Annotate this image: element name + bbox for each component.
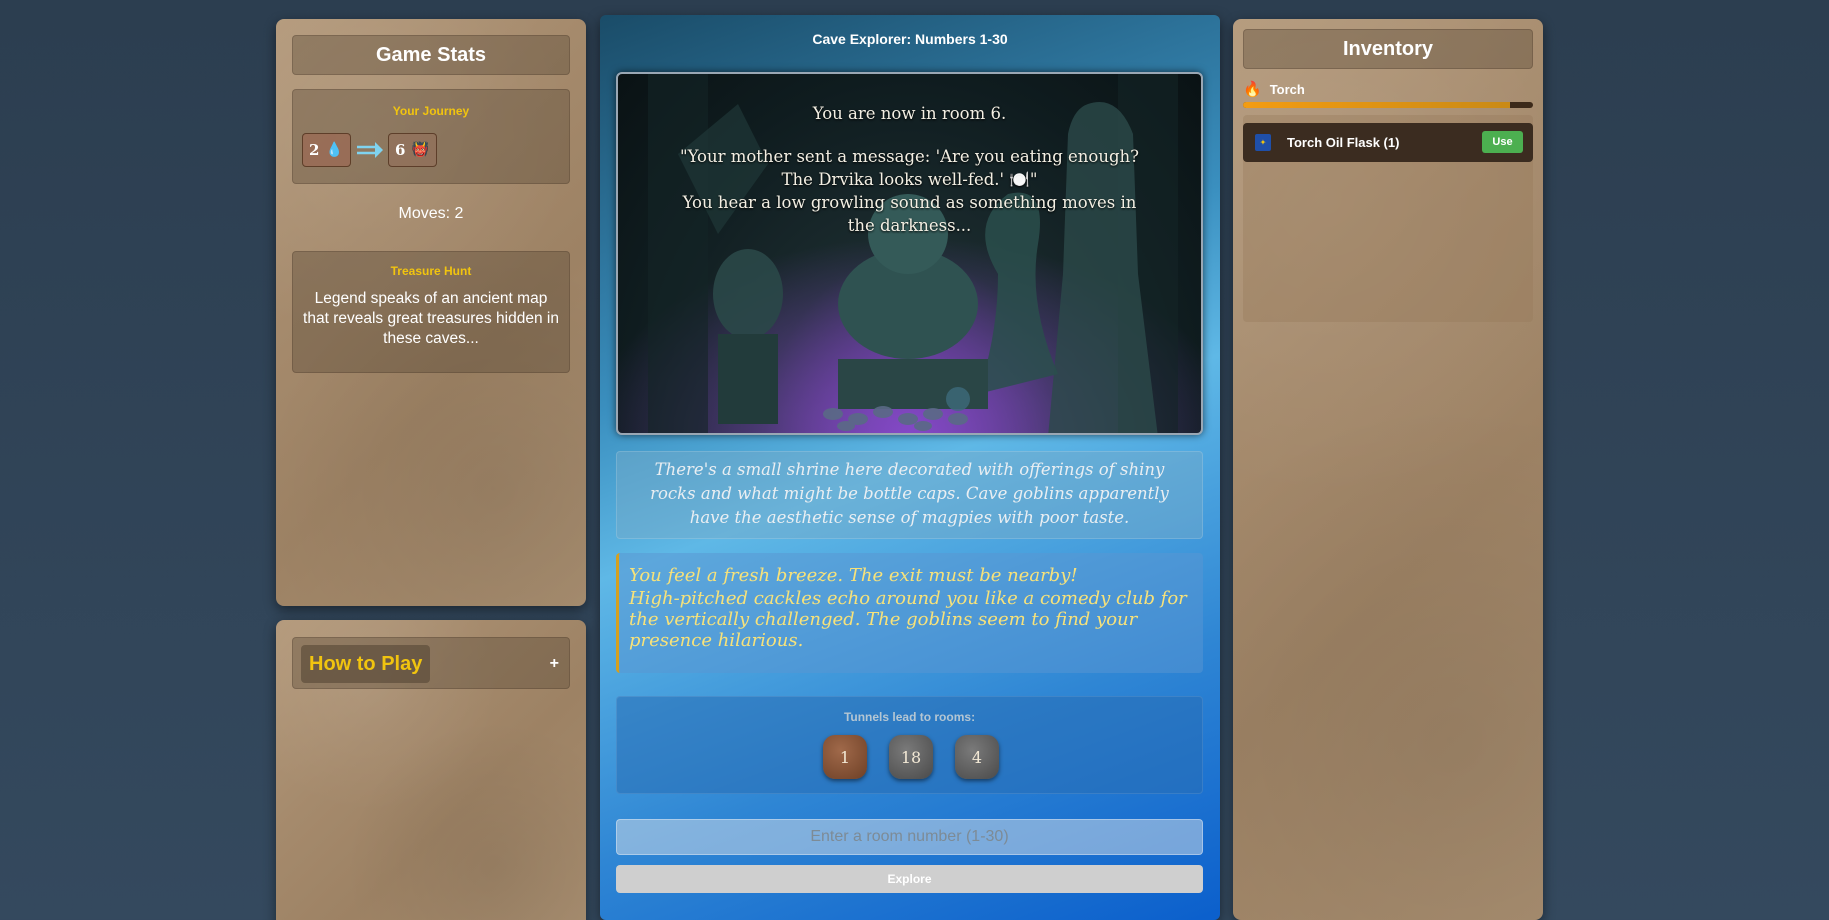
hint-message: High-pitched cackles echo around you lik… <box>629 588 1187 651</box>
journey-room-number: 6 <box>395 141 406 159</box>
arrow-right-icon <box>357 142 383 158</box>
torch-level-fill <box>1243 102 1510 108</box>
current-room-text: You are now in room 6. <box>812 104 1007 123</box>
inventory-item: ✦ Torch Oil Flask (1) Use <box>1243 123 1533 162</box>
treasure-hunt-box: Treasure Hunt Legend speaks of an ancien… <box>292 251 570 373</box>
treasure-hunt-title: Treasure Hunt <box>390 264 472 278</box>
journey-step: 2 💧 <box>302 133 351 167</box>
torch-label: Torch <box>1269 81 1305 97</box>
room-description: There's a small shrine here decorated wi… <box>616 451 1203 539</box>
use-item-button[interactable]: Use <box>1482 131 1523 153</box>
tunnels-box: Tunnels lead to rooms: 1 18 4 <box>616 696 1203 794</box>
game-title: Cave Explorer: Numbers 1-30 <box>812 31 1008 47</box>
scene-narration: You are now in room 6. "Your mother sent… <box>668 102 1151 237</box>
inventory-item-name: Torch Oil Flask (1) <box>1287 135 1400 150</box>
inventory-panel: Inventory 🔥 Torch ✦ Torch Oil Flask (1) … <box>1233 19 1543 920</box>
game-main-panel: Cave Explorer: Numbers 1-30 You are now … <box>600 15 1220 920</box>
how-to-play-label: How to Play <box>301 645 431 683</box>
inventory-items: ✦ Torch Oil Flask (1) Use <box>1243 115 1533 322</box>
flame-icon: 🔥 <box>1243 81 1262 98</box>
how-to-play-panel: How to Play + <box>276 620 586 920</box>
growl-warning-text: You hear a low growling sound as somethi… <box>682 193 1137 235</box>
mother-message-text: "Your mother sent a message: 'Are you ea… <box>679 147 1139 189</box>
torch-level-bar <box>1243 102 1533 108</box>
journey-title: Your Journey <box>392 104 470 118</box>
journey-step: 6 👹 <box>388 133 437 167</box>
game-stats-title: Game Stats <box>292 35 570 75</box>
hint-message: You feel a fresh breeze. The exit must b… <box>629 565 1078 586</box>
how-to-play-header[interactable]: How to Play + <box>292 637 570 689</box>
journey-room-number: 2 <box>309 141 320 159</box>
tunnel-room-button[interactable]: 4 <box>955 735 999 779</box>
game-stats-panel: Game Stats Your Journey 2 💧 6 👹 Moves: 2… <box>276 19 586 606</box>
tunnels-label: Tunnels lead to rooms: <box>843 710 976 724</box>
tunnel-room-button[interactable]: 1 <box>823 735 867 779</box>
goblin-icon: 👹 <box>411 142 429 158</box>
explore-button[interactable]: Explore <box>616 865 1203 893</box>
water-drop-icon: 💧 <box>325 142 343 158</box>
treasure-hunt-text: Legend speaks of an ancient map that rev… <box>303 290 559 347</box>
room-scene: You are now in room 6. "Your mother sent… <box>616 72 1203 435</box>
inventory-title: Inventory <box>1243 29 1533 69</box>
tunnel-room-button[interactable]: 18 <box>889 735 933 779</box>
hint-messages: You feel a fresh breeze. The exit must b… <box>616 553 1203 673</box>
room-number-input[interactable] <box>616 819 1203 855</box>
torch-status: 🔥 Torch <box>1243 79 1533 99</box>
moves-counter: Moves: 2 <box>398 205 464 222</box>
oil-flask-icon: ✦ <box>1255 134 1271 151</box>
expand-toggle-icon[interactable]: + <box>550 655 559 673</box>
journey-box: Your Journey 2 💧 6 👹 <box>292 89 570 184</box>
